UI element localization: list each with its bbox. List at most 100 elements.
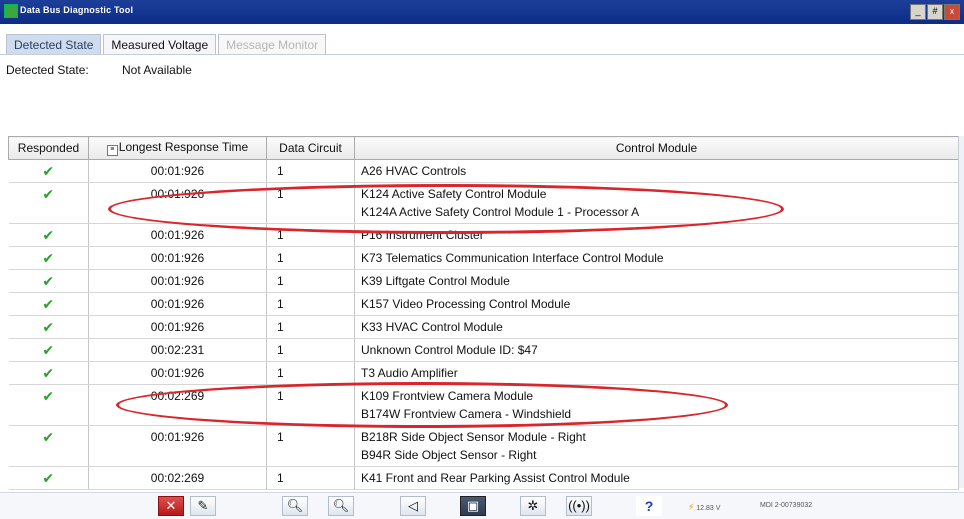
column-header-data-circuit[interactable]: Data Circuit bbox=[266, 136, 355, 160]
data-circuit-cell: 1 bbox=[266, 159, 355, 183]
table-row[interactable]: ✔ 00:01:926 1 K124 Active Safety Control… bbox=[8, 182, 959, 224]
response-time-cell: 00:02:269 bbox=[88, 466, 267, 490]
control-module-line: B94R Side Object Sensor - Right bbox=[361, 448, 537, 462]
data-circuit-cell: 1 bbox=[266, 292, 355, 316]
control-module-cell: K39 Liftgate Control Module bbox=[354, 269, 959, 293]
table-row[interactable]: ✔ 00:02:231 1 Unknown Control Module ID:… bbox=[8, 338, 959, 362]
table-row[interactable]: ✔ 00:01:926 1 B218R Side Object Sensor M… bbox=[8, 425, 959, 467]
tab-divider bbox=[0, 54, 964, 55]
window-controls: _ # x bbox=[910, 4, 960, 20]
check-icon: ✔ bbox=[8, 246, 89, 270]
control-module-cell: P16 Instrument Cluster bbox=[354, 223, 959, 247]
camera-icon[interactable]: ▣ bbox=[460, 496, 486, 516]
column-header-response-time-label: Longest Response Time bbox=[118, 140, 249, 154]
check-icon: ✔ bbox=[8, 338, 89, 362]
vertical-scrollbar[interactable] bbox=[958, 136, 964, 488]
control-module-cell: K33 HVAC Control Module bbox=[354, 315, 959, 339]
control-module-cell: K109 Frontview Camera Module B174W Front… bbox=[354, 384, 959, 426]
bottom-toolbar: ✕ ✎ 🔍︎ 🔍︎ ◁ ▣ ✲ ((•)) ? ⚡ 12.83 V MDI 2-… bbox=[0, 492, 964, 519]
data-circuit-cell: 1 bbox=[266, 269, 355, 293]
response-time-cell: 00:01:926 bbox=[88, 246, 267, 270]
data-circuit-cell: 1 bbox=[266, 246, 355, 270]
control-module-cell: B218R Side Object Sensor Module - Right … bbox=[354, 425, 959, 467]
app-icon bbox=[4, 4, 18, 18]
control-module-line: B174W Frontview Camera - Windshield bbox=[361, 407, 572, 421]
speaker-icon[interactable]: ◁ bbox=[400, 496, 426, 516]
data-circuit-cell: 1 bbox=[266, 223, 355, 247]
response-time-cell: 00:02:231 bbox=[88, 338, 267, 362]
detected-state-value: Not Available bbox=[122, 63, 192, 77]
column-header-responded[interactable]: Responded bbox=[8, 136, 89, 160]
check-icon: ✔ bbox=[8, 182, 89, 224]
check-icon: ✔ bbox=[8, 269, 89, 293]
help-icon[interactable]: ? bbox=[636, 496, 662, 516]
table-row[interactable]: ✔ 00:01:926 1 A26 HVAC Controls bbox=[8, 159, 959, 183]
table-row[interactable]: ✔ 00:01:926 1 T3 Audio Amplifier bbox=[8, 361, 959, 385]
check-icon: ✔ bbox=[8, 292, 89, 316]
data-circuit-cell: 1 bbox=[266, 425, 355, 467]
control-module-cell: A26 HVAC Controls bbox=[354, 159, 959, 183]
data-circuit-cell: 1 bbox=[266, 466, 355, 490]
data-circuit-cell: 1 bbox=[266, 315, 355, 339]
response-time-cell: 00:01:926 bbox=[88, 425, 267, 467]
response-time-cell: 00:01:926 bbox=[88, 182, 267, 224]
table-row[interactable]: ✔ 00:02:269 1 K109 Frontview Camera Modu… bbox=[8, 384, 959, 426]
control-module-cell: K73 Telematics Communication Interface C… bbox=[354, 246, 959, 270]
table-row[interactable]: ✔ 00:01:926 1 P16 Instrument Cluster bbox=[8, 223, 959, 247]
voltage-value: 12.83 V bbox=[696, 505, 721, 512]
check-icon: ✔ bbox=[8, 384, 89, 426]
control-module-cell: T3 Audio Amplifier bbox=[354, 361, 959, 385]
response-time-cell: 00:01:926 bbox=[88, 223, 267, 247]
response-time-cell: 00:01:926 bbox=[88, 315, 267, 339]
column-header-control-module[interactable]: Control Module bbox=[354, 136, 959, 160]
check-icon: ✔ bbox=[8, 361, 89, 385]
column-header-response-time[interactable]: ≡ Longest Response Time bbox=[88, 136, 267, 160]
exit-icon[interactable]: ✕ bbox=[158, 496, 184, 516]
data-circuit-cell: 1 bbox=[266, 338, 355, 362]
tab-detected-state[interactable]: Detected State bbox=[6, 34, 102, 55]
data-circuit-cell: 1 bbox=[266, 182, 355, 224]
check-icon: ✔ bbox=[8, 425, 89, 467]
maximize-button[interactable]: # bbox=[927, 4, 943, 20]
check-icon: ✔ bbox=[8, 223, 89, 247]
response-time-cell: 00:02:269 bbox=[88, 384, 267, 426]
response-time-cell: 00:01:926 bbox=[88, 292, 267, 316]
control-module-cell: K41 Front and Rear Parking Assist Contro… bbox=[354, 466, 959, 490]
tab-bar: Detected State Measured Voltage Message … bbox=[6, 34, 328, 55]
detected-state-label: Detected State: bbox=[6, 63, 89, 77]
close-button[interactable]: x bbox=[944, 4, 960, 20]
control-module-line: K124A Active Safety Control Module 1 - P… bbox=[361, 205, 640, 219]
control-module-cell: K157 Video Processing Control Module bbox=[354, 292, 959, 316]
pencil-icon[interactable]: ✎ bbox=[190, 496, 216, 516]
table-row[interactable]: ✔ 00:01:926 1 K157 Video Processing Cont… bbox=[8, 292, 959, 316]
voltage-status: ⚡ 12.83 V bbox=[688, 502, 720, 513]
voltage-icon: ⚡ bbox=[688, 502, 695, 512]
table-row[interactable]: ✔ 00:01:926 1 K73 Telematics Communicati… bbox=[8, 246, 959, 270]
tab-message-monitor: Message Monitor bbox=[218, 34, 327, 55]
window-title: Data Bus Diagnostic Tool bbox=[20, 5, 134, 15]
tab-measured-voltage[interactable]: Measured Voltage bbox=[103, 34, 217, 55]
mdi-status: MDI 2-00739032 bbox=[760, 502, 813, 509]
control-module-line: K124 Active Safety Control Module bbox=[361, 187, 547, 201]
settings-icon[interactable]: ✲ bbox=[520, 496, 546, 516]
module-table: Responded ≡ Longest Response Time Data Ci… bbox=[8, 136, 959, 490]
response-time-cell: 00:01:926 bbox=[88, 269, 267, 293]
control-module-cell: K124 Active Safety Control Module K124A … bbox=[354, 182, 959, 224]
check-icon: ✔ bbox=[8, 159, 89, 183]
response-time-cell: 00:01:926 bbox=[88, 361, 267, 385]
response-time-cell: 00:01:926 bbox=[88, 159, 267, 183]
zoom-in-icon[interactable]: 🔍︎ bbox=[282, 496, 308, 516]
table-row[interactable]: ✔ 00:01:926 1 K39 Liftgate Control Modul… bbox=[8, 269, 959, 293]
control-module-line: B218R Side Object Sensor Module - Right bbox=[361, 430, 586, 444]
signal-icon[interactable]: ((•)) bbox=[566, 496, 592, 516]
minimize-button[interactable]: _ bbox=[910, 4, 926, 20]
check-icon: ✔ bbox=[8, 466, 89, 490]
sort-icon: ≡ bbox=[106, 145, 118, 156]
check-icon: ✔ bbox=[8, 315, 89, 339]
table-row[interactable]: ✔ 00:02:269 1 K41 Front and Rear Parking… bbox=[8, 466, 959, 490]
control-module-cell: Unknown Control Module ID: $47 bbox=[354, 338, 959, 362]
data-circuit-cell: 1 bbox=[266, 361, 355, 385]
zoom-out-icon[interactable]: 🔍︎ bbox=[328, 496, 354, 516]
table-row[interactable]: ✔ 00:01:926 1 K33 HVAC Control Module bbox=[8, 315, 959, 339]
control-module-line: K109 Frontview Camera Module bbox=[361, 389, 534, 403]
